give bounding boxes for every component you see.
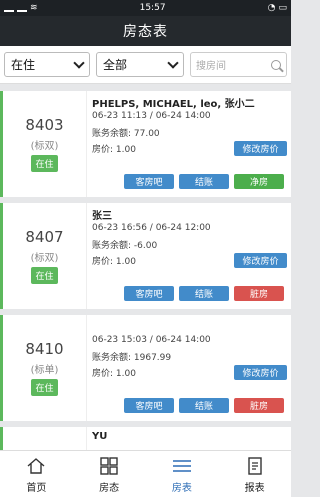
status-bar: ≋ 15:57 ◔ ▭ [0,0,291,16]
room-number: 8407 [25,228,64,246]
room-type: (标双) [30,141,59,152]
menu-lines-icon [172,460,191,472]
tab-room-status[interactable]: 房态 [73,451,146,497]
room-type: (标双) [30,253,59,264]
tab-home[interactable]: 首页 [0,451,73,497]
minibar-button[interactable]: 客房吧 [124,398,174,413]
checkout-button[interactable]: 结账 [179,398,229,413]
room-card[interactable]: 8403 (标双) 在住 PHELPS, MICHAEL, leo, 张小二 0… [0,91,291,197]
bottom-tab-bar: 首页 房态 房表 报表 [0,450,291,497]
search-placeholder: 搜房间 [196,61,226,72]
guest-name [92,319,287,333]
room-card[interactable]: YU [0,427,291,450]
status-filter-select[interactable]: 在住 [4,52,90,77]
tab-label: 房态 [99,483,120,494]
room-price: 房价: 1.00 [92,145,136,155]
chevron-down-icon [73,56,85,69]
guest-name: YU [92,431,108,442]
room-type: (标单) [30,365,59,376]
chevron-down-icon [167,56,179,69]
checkout-button[interactable]: 结账 [179,174,229,189]
dirty-room-button[interactable]: 脏房 [234,398,284,413]
room-number: 8403 [25,116,64,134]
status-time: 15:57 [139,3,166,13]
room-card[interactable]: 8410 (标单) 在住 06-23 15:03 / 06-24 14:00 账… [0,315,291,421]
tab-label: 报表 [244,483,265,494]
clean-room-button[interactable]: 净房 [234,174,284,189]
room-card[interactable]: 8407 (标双) 在住 张三 06-23 16:56 / 06-24 12:0… [0,203,291,309]
search-icon[interactable] [271,59,281,70]
minibar-button[interactable]: 客房吧 [124,286,174,301]
account-balance: 账务余额: 1967.99 [92,353,172,363]
report-icon [247,457,262,475]
filter-bar: 在住 全部 搜房间 [0,46,291,84]
guest-name: 张三 [92,211,112,221]
checkout-button[interactable]: 结账 [179,286,229,301]
grid-icon [100,457,118,475]
page-title: 房态表 [0,16,291,46]
tab-label: 房表 [171,483,192,494]
change-price-button[interactable]: 修改房价 [234,141,287,156]
status-badge: 在住 [31,379,58,396]
room-search-input[interactable]: 搜房间 [190,52,287,77]
minibar-button[interactable]: 客房吧 [124,174,174,189]
account-balance: 账务余额: -6.00 [92,241,158,251]
dirty-room-button[interactable]: 脏房 [234,286,284,301]
stay-dates: 06-23 16:56 / 06-24 12:00 [92,223,211,233]
change-price-button[interactable]: 修改房价 [234,253,287,268]
room-price: 房价: 1.00 [92,369,136,379]
status-badge: 在住 [31,155,58,172]
stay-dates: 06-23 15:03 / 06-24 14:00 [92,335,211,345]
room-number: 8410 [25,340,64,358]
room-list[interactable]: 8403 (标双) 在住 PHELPS, MICHAEL, leo, 张小二 0… [0,86,291,450]
room-price: 房价: 1.00 [92,257,136,267]
home-icon [27,458,45,474]
stay-dates: 06-23 11:13 / 06-24 14:00 [92,111,211,121]
battery-icon: ▭ [278,3,287,13]
tab-label: 首页 [26,483,47,494]
alarm-icon: ◔ [267,3,276,13]
guest-name: PHELPS, MICHAEL, leo, 张小二 [92,99,255,109]
account-balance: 账务余额: 77.00 [92,129,160,139]
status-filter-value: 在住 [11,58,36,72]
tab-reports[interactable]: 报表 [218,451,291,497]
signal-icon [4,4,14,12]
wifi-icon: ≋ [30,3,38,13]
change-price-button[interactable]: 修改房价 [234,365,287,380]
type-filter-value: 全部 [103,58,128,72]
type-filter-select[interactable]: 全部 [96,52,184,77]
tab-room-table[interactable]: 房表 [146,451,219,497]
signal-icon [17,4,27,12]
status-badge: 在住 [31,267,58,284]
